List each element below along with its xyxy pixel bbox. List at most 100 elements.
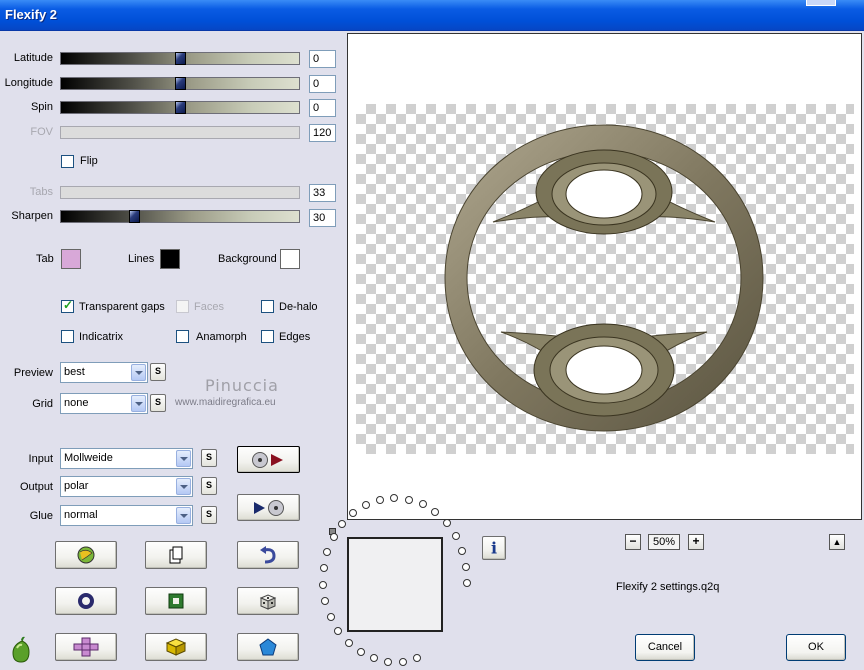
copy-button[interactable] xyxy=(145,541,207,569)
output-select[interactable]: polar xyxy=(60,476,193,497)
anamorph-checkbox[interactable] xyxy=(176,330,189,343)
spin-slider[interactable] xyxy=(60,101,300,114)
dial-dot[interactable] xyxy=(376,496,384,504)
dial-dot[interactable] xyxy=(463,579,471,587)
glue-s-button[interactable]: S xyxy=(201,506,217,524)
dial-dot[interactable] xyxy=(330,533,338,541)
ring-shape-button[interactable] xyxy=(55,587,117,615)
lines-color-swatch[interactable] xyxy=(160,249,180,269)
output-label: Output xyxy=(19,481,53,493)
dial-dot[interactable] xyxy=(458,547,466,555)
collapse-button[interactable]: ▲ xyxy=(829,534,845,550)
cancel-button[interactable]: Cancel xyxy=(635,634,695,661)
de-halo-label: De-halo xyxy=(279,301,318,313)
globe-icon xyxy=(77,546,95,564)
navigator-thumbnail[interactable] xyxy=(347,537,443,632)
chevron-down-icon[interactable] xyxy=(131,364,146,381)
grid-select-value: none xyxy=(64,397,89,409)
indicatrix-checkbox[interactable] xyxy=(61,330,74,343)
chevron-down-icon[interactable] xyxy=(176,507,191,524)
chevron-down-icon[interactable] xyxy=(131,395,146,412)
edges-label: Edges xyxy=(279,331,311,343)
fov-slider xyxy=(60,126,300,139)
info-button[interactable]: i xyxy=(482,536,506,560)
longitude-value[interactable]: 0 xyxy=(309,75,336,93)
dial-dot[interactable] xyxy=(462,563,470,571)
dial-dot[interactable] xyxy=(419,500,427,508)
dial-dot[interactable] xyxy=(334,627,342,635)
edges-checkbox[interactable] xyxy=(261,330,274,343)
dial-dot[interactable] xyxy=(321,597,329,605)
longitude-label: Longitude xyxy=(4,77,53,89)
preview-canvas[interactable] xyxy=(347,33,862,520)
transparent-gaps-checkbox[interactable]: ✓ xyxy=(61,298,74,313)
glue-select[interactable]: normal xyxy=(60,505,193,526)
load-settings-button[interactable] xyxy=(237,446,300,473)
zoom-in-button[interactable]: + xyxy=(688,534,704,550)
dial-dot[interactable] xyxy=(338,520,346,528)
dial-dot[interactable] xyxy=(399,658,407,666)
dial-dot[interactable] xyxy=(320,564,328,572)
sharpen-value[interactable]: 30 xyxy=(309,209,336,227)
dial-dot[interactable] xyxy=(349,509,357,517)
dial-dot[interactable] xyxy=(370,654,378,662)
dial-dot[interactable] xyxy=(319,581,327,589)
undo-button[interactable] xyxy=(237,541,299,569)
cross-shape-button[interactable] xyxy=(55,633,117,661)
longitude-slider[interactable] xyxy=(60,77,300,90)
grid-select[interactable]: none xyxy=(60,393,148,414)
spin-value[interactable]: 0 xyxy=(309,99,336,117)
background-color-swatch[interactable] xyxy=(280,249,300,269)
dial-dot[interactable] xyxy=(390,494,398,502)
watermark-url: www.maidiregrafica.eu xyxy=(175,397,276,408)
square-frame-button[interactable] xyxy=(145,587,207,615)
ok-button-label: OK xyxy=(808,641,824,653)
dial-dot[interactable] xyxy=(443,519,451,527)
cube-shape-button[interactable] xyxy=(145,633,207,661)
polyhedron-shape-button[interactable] xyxy=(237,633,299,661)
zoom-level: 50% xyxy=(648,534,680,550)
random-globe-button[interactable] xyxy=(55,541,117,569)
tab-color-swatch[interactable] xyxy=(61,249,81,269)
longitude-slider-thumb[interactable] xyxy=(175,77,186,90)
preview-s-button[interactable]: S xyxy=(150,363,166,381)
chevron-up-icon: ▲ xyxy=(832,537,842,547)
zoom-out-button[interactable]: − xyxy=(625,534,641,550)
title-bar-edge xyxy=(806,0,836,6)
preview-select[interactable]: best xyxy=(60,362,148,383)
sharpen-slider[interactable] xyxy=(60,210,300,223)
output-s-button[interactable]: S xyxy=(201,477,217,495)
dial-dot[interactable] xyxy=(323,548,331,556)
square-frame-icon xyxy=(168,593,184,609)
latitude-value[interactable]: 0 xyxy=(309,50,336,68)
pentagon-icon xyxy=(259,638,277,656)
random-dice-button[interactable] xyxy=(237,587,299,615)
grid-s-button[interactable]: S xyxy=(150,394,166,412)
de-halo-checkbox[interactable] xyxy=(261,300,274,313)
latitude-slider-thumb[interactable] xyxy=(175,52,186,65)
title-bar[interactable]: Flexify 2 xyxy=(0,0,864,31)
dial-dot[interactable] xyxy=(431,508,439,516)
sharpen-slider-thumb[interactable] xyxy=(129,210,140,223)
input-select[interactable]: Mollweide xyxy=(60,448,193,469)
flip-checkbox[interactable] xyxy=(61,155,74,168)
chevron-down-icon[interactable] xyxy=(176,478,191,495)
dial-dot[interactable] xyxy=(362,501,370,509)
flip-label: Flip xyxy=(80,155,98,167)
latitude-slider[interactable] xyxy=(60,52,300,65)
tabs-value: 33 xyxy=(309,184,336,202)
dial-dot[interactable] xyxy=(413,654,421,662)
dial-dot[interactable] xyxy=(327,613,335,621)
dial-dot[interactable] xyxy=(452,532,460,540)
save-settings-button[interactable] xyxy=(237,494,300,521)
input-s-button[interactable]: S xyxy=(201,449,217,467)
dial-dot[interactable] xyxy=(357,648,365,656)
ok-button[interactable]: OK xyxy=(786,634,846,661)
dial-dot[interactable] xyxy=(345,639,353,647)
chevron-down-icon[interactable] xyxy=(176,450,191,467)
spin-slider-thumb[interactable] xyxy=(175,101,186,114)
latitude-label: Latitude xyxy=(13,52,53,64)
dial-dot[interactable] xyxy=(405,496,413,504)
dial-dot[interactable] xyxy=(384,658,392,666)
check-mark-icon: ✓ xyxy=(63,298,74,312)
